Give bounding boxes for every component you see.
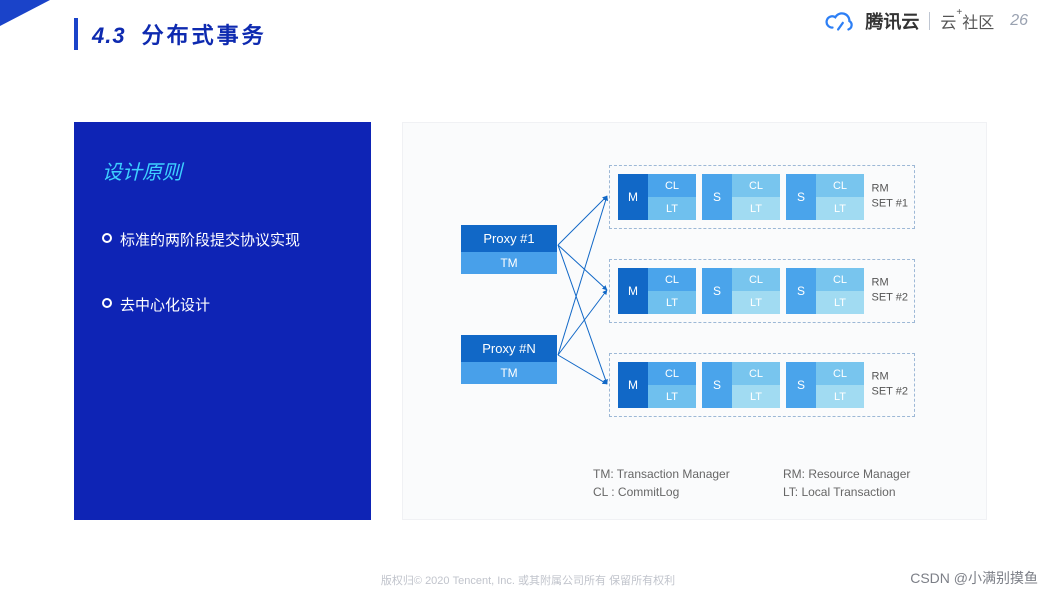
- node-type: S: [786, 362, 816, 408]
- node-lt: LT: [732, 385, 780, 408]
- sidebar-item: 标准的两阶段提交协议实现: [102, 229, 343, 250]
- sidebar-item: 去中心化设计: [102, 294, 343, 315]
- sidebar-panel: 设计原则 标准的两阶段提交协议实现 去中心化设计: [74, 122, 371, 520]
- node-type: S: [786, 174, 816, 220]
- node-lt: LT: [732, 197, 780, 220]
- proxy-box: Proxy #N TM: [461, 335, 557, 384]
- legend-item: LT: Local Transaction: [783, 485, 973, 499]
- node-lt: LT: [816, 197, 864, 220]
- diagram-canvas: Proxy #1 TM Proxy #N TM MCLLTSCLLTSCLLTR…: [402, 122, 987, 520]
- node-type: S: [702, 268, 732, 314]
- sidebar-list: 标准的两阶段提交协议实现 去中心化设计: [102, 229, 343, 315]
- master-node: MCLLT: [618, 268, 696, 314]
- brand-sub-b: 社区: [962, 15, 994, 32]
- node-cl: CL: [732, 362, 780, 385]
- set-label: RMSET #2: [872, 276, 909, 307]
- node-lt: LT: [816, 385, 864, 408]
- proxy-label: Proxy #1: [461, 225, 557, 252]
- set-group: MCLLTSCLLTSCLLTRMSET #2: [609, 353, 915, 417]
- node-lt: LT: [816, 291, 864, 314]
- node-cl: CL: [816, 268, 864, 291]
- slave-node: SCLLT: [786, 362, 864, 408]
- node-type: M: [618, 174, 648, 220]
- node-lt: LT: [648, 385, 696, 408]
- node-lt: LT: [732, 291, 780, 314]
- brand-sub-text: 云+社区: [940, 9, 994, 33]
- set-group: MCLLTSCLLTSCLLTRMSET #1: [609, 165, 915, 229]
- watermark: CSDN @小满别摸鱼: [910, 568, 1038, 588]
- legend-item: RM: Resource Manager: [783, 467, 973, 481]
- slave-node: SCLLT: [786, 174, 864, 220]
- node-cl: CL: [648, 268, 696, 291]
- section-title-block: 4.3 分布式事务: [74, 18, 267, 50]
- proxy-box: Proxy #1 TM: [461, 225, 557, 274]
- slave-node: SCLLT: [702, 268, 780, 314]
- node-lt: LT: [648, 197, 696, 220]
- legend-item: CL : CommitLog: [593, 485, 783, 499]
- node-cl: CL: [816, 174, 864, 197]
- master-node: MCLLT: [618, 362, 696, 408]
- top-left-accent: [0, 0, 50, 26]
- node-type: S: [702, 362, 732, 408]
- slave-node: SCLLT: [786, 268, 864, 314]
- node-cl: CL: [816, 362, 864, 385]
- node-type: S: [702, 174, 732, 220]
- node-lt: LT: [648, 291, 696, 314]
- tencent-cloud-icon: [825, 9, 855, 33]
- page-number: 26: [1010, 12, 1028, 30]
- brand-plus-icon: +: [956, 7, 962, 18]
- sidebar-title: 设计原则: [102, 156, 343, 185]
- node-cl: CL: [732, 268, 780, 291]
- set-group: MCLLTSCLLTSCLLTRMSET #2: [609, 259, 915, 323]
- legend-item: TM: Transaction Manager: [593, 467, 783, 481]
- set-label: RMSET #2: [872, 370, 909, 401]
- node-type: S: [786, 268, 816, 314]
- brand-separator: [929, 12, 930, 30]
- slave-node: SCLLT: [702, 362, 780, 408]
- brand-block: 腾讯云 云+社区 26: [825, 8, 1028, 34]
- node-cl: CL: [648, 362, 696, 385]
- node-type: M: [618, 268, 648, 314]
- set-label: RMSET #1: [872, 182, 909, 213]
- footer-copyright: 版权归© 2020 Tencent, Inc. 或其附属公司所有 保留所有权利: [0, 572, 1056, 588]
- proxy-sub: TM: [461, 252, 557, 274]
- node-type: M: [618, 362, 648, 408]
- node-cl: CL: [732, 174, 780, 197]
- section-title: 分布式事务: [142, 18, 267, 50]
- brand-sub-a: 云: [940, 15, 956, 32]
- slave-node: SCLLT: [702, 174, 780, 220]
- brand-main-text: 腾讯云: [865, 8, 919, 34]
- section-number: 4.3: [92, 23, 126, 49]
- master-node: MCLLT: [618, 174, 696, 220]
- proxy-label: Proxy #N: [461, 335, 557, 362]
- legend: TM: Transaction Manager RM: Resource Man…: [593, 467, 973, 499]
- node-cl: CL: [648, 174, 696, 197]
- proxy-sub: TM: [461, 362, 557, 384]
